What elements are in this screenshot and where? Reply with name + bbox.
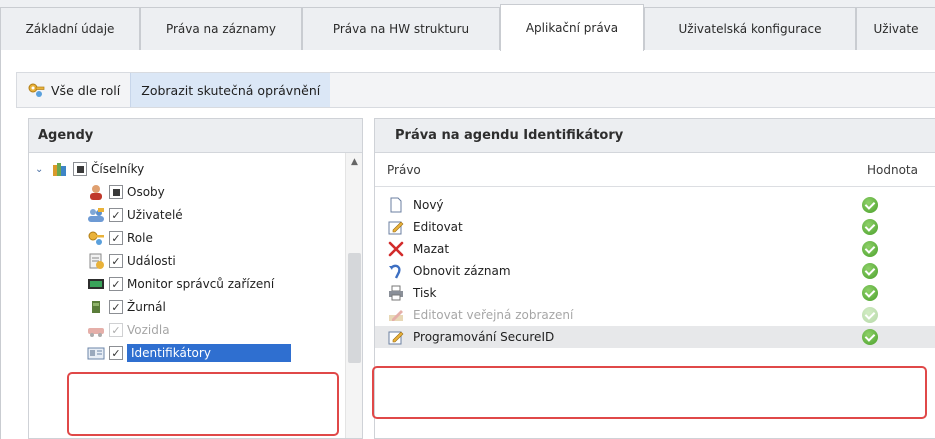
tree-checkbox[interactable]: ✓ xyxy=(109,277,123,291)
tree-checkbox[interactable] xyxy=(73,162,87,176)
tree-checkbox[interactable]: ✓ xyxy=(109,254,123,268)
prava-header: Práva na agendu Identifikátory xyxy=(375,119,935,153)
tree-checkbox[interactable]: ✓ xyxy=(109,346,123,360)
id-card-icon xyxy=(87,344,105,362)
permission-label: Obnovit záznam xyxy=(413,264,511,278)
restore-icon xyxy=(387,263,405,279)
edit-public-view-icon xyxy=(387,307,405,323)
check-ok-icon xyxy=(862,263,878,279)
new-doc-icon xyxy=(387,197,405,213)
permission-label: Editovat xyxy=(413,220,463,234)
tree-item-label: Číselníky xyxy=(91,162,145,176)
tree-item-label: Uživatelé xyxy=(127,208,183,222)
role-key-icon xyxy=(87,229,105,247)
tree-item-label: Žurnál xyxy=(127,300,166,314)
table-row[interactable]: Editovat veřejná zobrazení xyxy=(375,304,935,326)
tab-aplikacni-prava[interactable]: Aplikační práva xyxy=(500,4,644,51)
tab-uzivatelska-konfigurace[interactable]: Uživatelská konfigurace xyxy=(644,7,856,50)
tree-item-label: Identifikátory xyxy=(127,344,291,362)
users-icon xyxy=(87,206,105,224)
all-by-roles-label: Vše dle rolí xyxy=(51,82,121,98)
tree-item-vozidla[interactable]: ✓ Vozidla xyxy=(87,319,170,341)
monitor-icon xyxy=(87,275,105,293)
tab-content: Vše dle rolí Zobrazit skutečná oprávnění… xyxy=(0,50,935,439)
tree-item-zurnal[interactable]: ✓ Žurnál xyxy=(87,296,166,318)
permission-label: Programování SecureID xyxy=(413,330,555,344)
tree-checkbox[interactable]: ✓ xyxy=(109,300,123,314)
tree-item-uzivatele[interactable]: ✓ Uživatelé xyxy=(87,204,183,226)
tab-prava-na-hw-strukturu[interactable]: Práva na HW strukturu xyxy=(302,7,500,50)
show-actual-permissions-button[interactable]: Zobrazit skutečná oprávnění xyxy=(130,73,331,107)
column-header-hodnota[interactable]: Hodnota xyxy=(794,163,935,177)
tab-uzivatel-truncated[interactable]: Uživate xyxy=(856,7,935,50)
tab-zakladni-udaje[interactable]: Základní údaje xyxy=(0,7,140,50)
tree-item-monitor-spravcu[interactable]: ✓ Monitor správců zařízení xyxy=(87,273,274,295)
value-cell[interactable] xyxy=(815,285,925,301)
column-header-pravo[interactable]: Právo xyxy=(375,163,794,177)
tree-checkbox[interactable] xyxy=(109,185,123,199)
value-cell[interactable] xyxy=(815,263,925,279)
prava-panel: Práva na agendu Identifikátory Právo Hod… xyxy=(374,118,935,439)
value-cell[interactable] xyxy=(815,329,925,345)
chevron-down-icon[interactable]: ⌄ xyxy=(35,164,47,175)
agendy-tree[interactable]: ⌄ Číselníky Osoby ✓ Uživatelé ✓ Role ✓ U… xyxy=(29,153,362,438)
person-icon xyxy=(87,183,105,201)
value-cell[interactable] xyxy=(815,219,925,235)
tree-item-osoby[interactable]: Osoby xyxy=(87,181,165,203)
tree-checkbox[interactable]: ✓ xyxy=(109,231,123,245)
value-cell[interactable] xyxy=(815,241,925,257)
prava-grid-header: Právo Hodnota xyxy=(375,153,935,187)
permission-label: Mazat xyxy=(413,242,450,256)
check-ok-icon xyxy=(862,219,878,235)
check-ok-icon xyxy=(862,285,878,301)
table-row[interactable]: Tisk xyxy=(375,282,935,304)
scrollbar-thumb[interactable] xyxy=(348,253,361,363)
tree-scrollbar[interactable]: ▲ xyxy=(345,153,362,438)
delete-x-icon xyxy=(387,241,405,257)
tree-item-label: Vozidla xyxy=(127,323,170,337)
value-cell[interactable] xyxy=(815,307,925,323)
check-ok-icon xyxy=(862,241,878,257)
tab-prava-na-zaznamy[interactable]: Práva na záznamy xyxy=(140,7,302,50)
tree-item-label: Role xyxy=(127,231,153,245)
tree-item-label: Monitor správců zařízení xyxy=(127,277,275,291)
tree-item-role[interactable]: ✓ Role xyxy=(87,227,153,249)
table-row[interactable]: Editovat xyxy=(375,216,935,238)
toolbar: Vše dle rolí Zobrazit skutečná oprávnění xyxy=(16,72,935,108)
permission-label: Nový xyxy=(413,198,444,212)
check-ok-icon xyxy=(862,329,878,345)
events-icon xyxy=(87,252,105,270)
tree-item-ciselniky[interactable]: ⌄ Číselníky xyxy=(35,158,144,180)
printer-icon xyxy=(387,285,405,301)
check-ok-icon xyxy=(862,307,878,323)
role-key-icon xyxy=(27,81,45,99)
tree-item-identifikatory[interactable]: ✓ Identifikátory xyxy=(87,342,291,364)
table-row[interactable]: Programování SecureID xyxy=(375,326,935,348)
table-row[interactable]: Obnovit záznam xyxy=(375,260,935,282)
tree-item-label: Osoby xyxy=(127,185,165,199)
table-row[interactable]: Mazat xyxy=(375,238,935,260)
books-icon xyxy=(51,160,69,178)
all-by-roles-button[interactable]: Vše dle rolí xyxy=(17,73,130,107)
tree-item-label: Události xyxy=(127,254,176,268)
agendy-header: Agendy xyxy=(29,119,362,153)
journal-icon xyxy=(87,298,105,316)
edit-icon xyxy=(387,219,405,235)
table-row[interactable]: Nový xyxy=(375,194,935,216)
agendy-panel: Agendy ⌄ Číselníky Osoby ✓ Uživatelé ✓ R… xyxy=(28,118,363,439)
tree-checkbox[interactable]: ✓ xyxy=(109,208,123,222)
show-actual-permissions-label: Zobrazit skutečná oprávnění xyxy=(141,82,321,98)
permission-label: Editovat veřejná zobrazení xyxy=(413,308,574,322)
check-ok-icon xyxy=(862,197,878,213)
edit-icon xyxy=(387,329,405,345)
tree-item-udalosti[interactable]: ✓ Události xyxy=(87,250,176,272)
tree-checkbox[interactable]: ✓ xyxy=(109,323,123,337)
permission-label: Tisk xyxy=(413,286,437,300)
scroll-up-arrow-icon[interactable]: ▲ xyxy=(346,153,362,170)
value-cell[interactable] xyxy=(815,197,925,213)
vehicle-icon xyxy=(87,321,105,339)
tab-strip: Základní údaje Práva na záznamy Práva na… xyxy=(0,0,935,51)
